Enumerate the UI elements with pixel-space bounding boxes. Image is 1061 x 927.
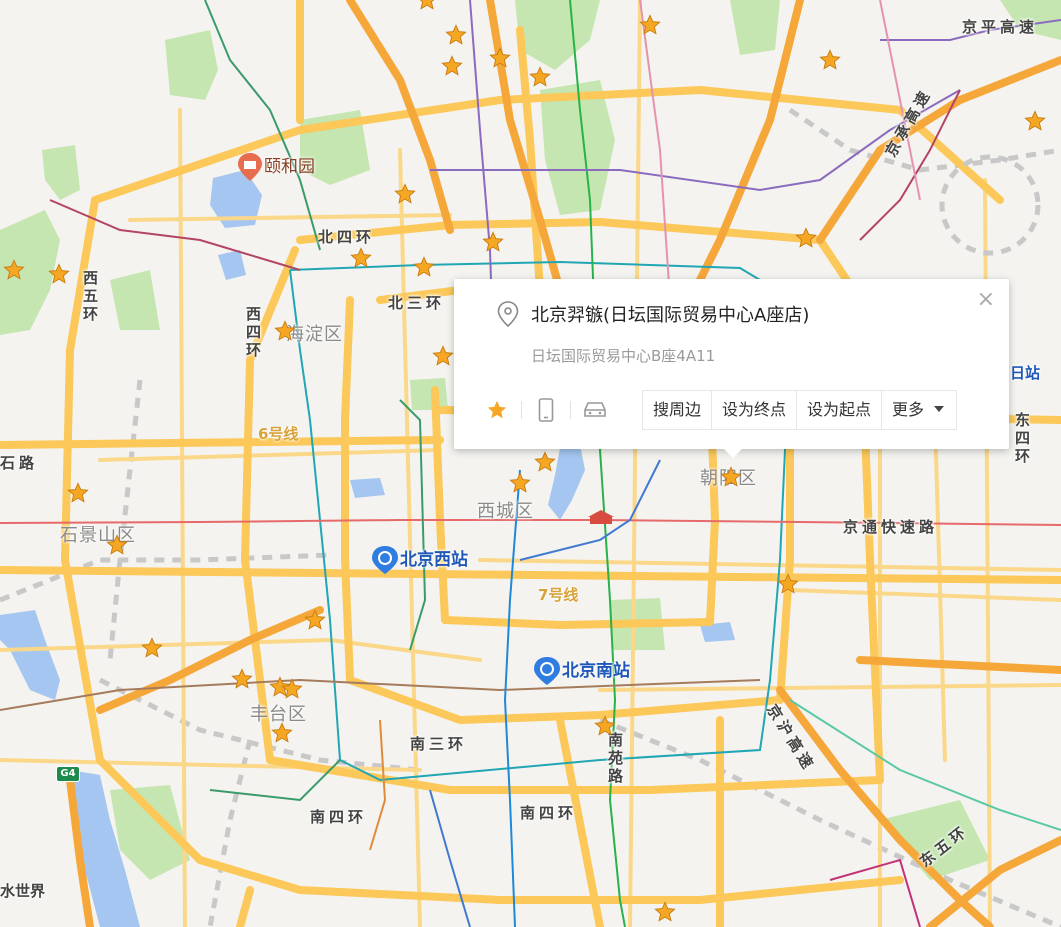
store-star-marker-icon[interactable] bbox=[445, 24, 467, 46]
road-bei-si-huan: 北四环 bbox=[318, 228, 376, 246]
store-star-marker-icon[interactable] bbox=[795, 227, 817, 249]
train-station-icon bbox=[372, 546, 398, 574]
favorite-button[interactable] bbox=[482, 395, 512, 425]
store-star-marker-icon[interactable] bbox=[413, 256, 435, 278]
store-star-marker-icon[interactable] bbox=[48, 263, 70, 285]
store-star-marker-icon[interactable] bbox=[594, 715, 616, 737]
district-xicheng: 西城区 bbox=[477, 501, 534, 522]
store-star-marker-icon[interactable] bbox=[231, 668, 253, 690]
divider bbox=[570, 401, 571, 419]
label-shuishijie: 水世界 bbox=[0, 882, 46, 900]
store-star-marker-icon[interactable] bbox=[106, 534, 128, 556]
store-star-marker-icon[interactable] bbox=[654, 901, 676, 923]
road-nan-si-huan-east: 南四环 bbox=[520, 804, 578, 822]
poi-beijing-south-station[interactable]: 北京南站 bbox=[534, 656, 630, 685]
car-icon bbox=[584, 402, 606, 417]
search-nearby-button[interactable]: 搜周边 bbox=[643, 391, 713, 429]
store-star-marker-icon[interactable] bbox=[509, 472, 531, 494]
road-shi-lu: 石路 bbox=[0, 454, 39, 472]
store-star-marker-icon[interactable] bbox=[482, 231, 504, 253]
store-star-marker-icon[interactable] bbox=[1024, 110, 1046, 132]
train-station-icon bbox=[534, 657, 560, 685]
poi-beijing-west-station[interactable]: 北京西站 bbox=[372, 545, 468, 574]
store-star-marker-icon[interactable] bbox=[271, 722, 293, 744]
store-star-marker-icon[interactable] bbox=[489, 47, 511, 69]
poi-summer-palace[interactable]: 颐和园 bbox=[238, 152, 315, 181]
popup-icon-row bbox=[482, 395, 610, 425]
divider bbox=[521, 401, 522, 419]
store-star-marker-icon[interactable] bbox=[350, 247, 372, 269]
road-jing-tong: 京通快速路 bbox=[843, 518, 939, 536]
road-xi-si-huan: 西四环 bbox=[244, 306, 262, 360]
road-bei-san-huan: 北三环 bbox=[388, 294, 446, 312]
road-jing-ping: 京平高速 bbox=[962, 18, 1039, 36]
store-star-marker-icon[interactable] bbox=[529, 66, 551, 88]
popup-address: 日坛国际贸易中心B座4A11 bbox=[531, 347, 716, 365]
store-star-marker-icon[interactable] bbox=[639, 14, 661, 36]
store-star-marker-icon[interactable] bbox=[274, 320, 296, 342]
store-star-marker-icon[interactable] bbox=[141, 637, 163, 659]
info-popup: 北京羿镞(日坛国际贸易中心A座店) 日坛国际贸易中心B座4A11 × 搜周边 设… bbox=[454, 279, 1009, 458]
road-nan-yuan-lu: 南苑路 bbox=[606, 732, 624, 786]
road-nan-si-huan-west: 南四环 bbox=[310, 808, 368, 826]
set-origin-button[interactable]: 设为起点 bbox=[797, 391, 883, 429]
more-button[interactable]: 更多 bbox=[882, 391, 956, 429]
store-star-marker-icon[interactable] bbox=[67, 482, 89, 504]
popup-tail bbox=[724, 449, 742, 458]
send-to-phone-button[interactable] bbox=[531, 395, 561, 425]
store-star-marker-icon[interactable] bbox=[441, 55, 463, 77]
store-star-marker-icon[interactable] bbox=[432, 345, 454, 367]
popup-title: 北京羿镞(日坛国际贸易中心A座店) bbox=[531, 305, 810, 326]
summer-palace-pin-icon bbox=[238, 153, 262, 181]
store-star-marker-icon[interactable] bbox=[777, 573, 799, 595]
star-icon bbox=[487, 400, 507, 419]
store-star-marker-icon[interactable] bbox=[819, 49, 841, 71]
g4-highway-badge: G4 bbox=[56, 766, 80, 782]
road-dong-si-huan: 东四环 bbox=[1013, 412, 1031, 466]
popup-actions: 搜周边 设为终点 设为起点 更多 bbox=[642, 390, 958, 430]
location-pin-icon bbox=[497, 301, 519, 327]
set-destination-button[interactable]: 设为终点 bbox=[712, 391, 798, 429]
drive-route-button[interactable] bbox=[580, 395, 610, 425]
label-ri-zhan: 日站 bbox=[1010, 364, 1041, 382]
store-star-marker-icon[interactable] bbox=[3, 259, 25, 281]
store-star-marker-icon[interactable] bbox=[416, 0, 438, 11]
close-button[interactable]: × bbox=[977, 289, 995, 311]
phone-icon bbox=[538, 398, 554, 422]
subway-line-6-label: 6号线 bbox=[258, 425, 299, 443]
chevron-down-icon bbox=[934, 405, 945, 412]
store-star-marker-icon[interactable] bbox=[534, 451, 556, 473]
circle-railway bbox=[939, 154, 1041, 256]
store-star-marker-icon[interactable] bbox=[720, 466, 742, 488]
subway-line-7-label: 7号线 bbox=[538, 586, 579, 604]
store-star-marker-icon[interactable] bbox=[281, 678, 303, 700]
road-xi-wu-huan: 西五环 bbox=[81, 270, 99, 324]
store-star-marker-icon[interactable] bbox=[394, 183, 416, 205]
tiananmen-icon bbox=[588, 510, 614, 524]
store-star-marker-icon[interactable] bbox=[304, 609, 326, 631]
road-nan-san-huan: 南三环 bbox=[410, 735, 468, 753]
